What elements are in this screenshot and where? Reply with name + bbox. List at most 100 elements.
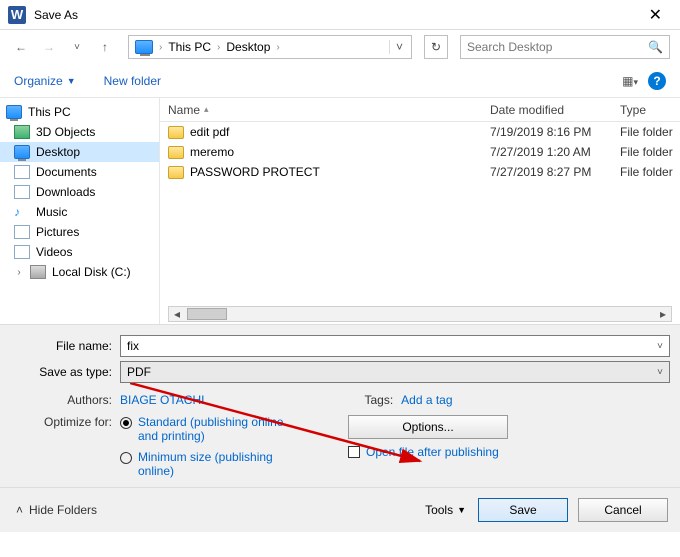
tree-item-localdisk[interactable]: › Local Disk (C:) — [0, 262, 159, 282]
search-icon: 🔍 — [648, 40, 663, 54]
hide-folders-toggle[interactable]: ˄ Hide Folders — [16, 503, 97, 517]
column-date[interactable]: Date modified — [490, 103, 620, 117]
breadcrumb[interactable]: › This PC › Desktop › ˅ — [128, 35, 412, 59]
search-input[interactable]: Search Desktop 🔍 — [460, 35, 670, 59]
optimize-standard-radio[interactable]: Standard (publishing online and printing… — [120, 415, 288, 444]
pictures-icon — [14, 225, 30, 239]
tree-item-downloads[interactable]: Downloads — [0, 182, 159, 202]
checkbox-icon — [348, 446, 360, 458]
refresh-icon[interactable]: ↻ — [424, 35, 448, 59]
tree-item-desktop[interactable]: Desktop — [0, 142, 159, 162]
authors-label: Authors: — [10, 393, 112, 407]
folder-icon — [168, 146, 184, 159]
options-button-label: Options... — [402, 420, 453, 434]
column-type[interactable]: Type — [620, 103, 680, 117]
videos-icon — [14, 245, 30, 259]
file-type: File folder — [620, 165, 680, 179]
save-button[interactable]: Save — [478, 498, 568, 522]
savetype-dropdown[interactable]: PDF ˅ — [120, 361, 670, 383]
tree-item-label: Pictures — [36, 225, 79, 239]
nav-recent-icon[interactable]: ˅ — [66, 36, 88, 58]
tree-root-label: This PC — [28, 105, 71, 119]
save-button-label: Save — [509, 503, 536, 517]
tree-root[interactable]: This PC — [0, 102, 159, 122]
list-item[interactable]: PASSWORD PROTECT 7/27/2019 8:27 PM File … — [160, 162, 680, 182]
tree-item-documents[interactable]: Documents — [0, 162, 159, 182]
radio-icon — [120, 417, 132, 429]
documents-icon — [14, 165, 30, 179]
organize-label: Organize — [14, 74, 63, 88]
breadcrumb-dropdown-icon[interactable]: ˅ — [389, 40, 405, 54]
tree-item-videos[interactable]: Videos — [0, 242, 159, 262]
window-title: Save As — [34, 8, 78, 22]
help-icon[interactable]: ? — [648, 72, 666, 90]
downloads-icon — [14, 185, 30, 199]
scroll-thumb[interactable] — [187, 308, 227, 320]
optimize-minimum-radio[interactable]: Minimum size (publishing online) — [120, 450, 288, 479]
tools-menu[interactable]: Tools ▼ — [425, 503, 466, 517]
folder-icon — [168, 126, 184, 139]
organize-menu[interactable]: Organize ▼ — [14, 74, 76, 88]
chevron-down-icon: ▼ — [457, 505, 466, 515]
file-name: edit pdf — [190, 125, 229, 139]
tree-item-label: Local Disk (C:) — [52, 265, 131, 279]
tree-item-pictures[interactable]: Pictures — [0, 222, 159, 242]
tree-item-3dobjects[interactable]: 3D Objects — [0, 122, 159, 142]
nav-up-icon[interactable]: ↑ — [94, 36, 116, 58]
savetype-value: PDF — [127, 365, 651, 379]
savetype-label: Save as type: — [10, 365, 120, 379]
file-type: File folder — [620, 125, 680, 139]
tree-item-music[interactable]: ♪ Music — [0, 202, 159, 222]
chevron-right-icon: › — [217, 42, 220, 53]
authors-value[interactable]: BIAGE OTACHI — [120, 393, 204, 407]
scroll-right-icon[interactable]: ▸ — [655, 307, 671, 321]
cancel-button[interactable]: Cancel — [578, 498, 668, 522]
nav-back-icon[interactable]: ← — [10, 36, 32, 58]
options-button[interactable]: Options... — [348, 415, 508, 439]
breadcrumb-root[interactable]: This PC — [168, 40, 211, 54]
music-icon: ♪ — [14, 205, 30, 219]
list-item[interactable]: edit pdf 7/19/2019 8:16 PM File folder — [160, 122, 680, 142]
disk-icon — [30, 265, 46, 279]
tree-item-label: Videos — [36, 245, 72, 259]
chevron-right-icon[interactable]: › — [14, 267, 24, 278]
tree-item-label: Music — [36, 205, 67, 219]
open-after-checkbox[interactable]: Open file after publishing — [348, 445, 508, 459]
thispc-icon — [6, 105, 22, 119]
app-word-icon: W — [8, 6, 26, 24]
new-folder-button[interactable]: New folder — [104, 74, 161, 88]
breadcrumb-folder[interactable]: Desktop — [226, 40, 270, 54]
chevron-right-icon: › — [159, 42, 162, 53]
chevron-down-icon[interactable]: ˅ — [651, 367, 663, 378]
file-type: File folder — [620, 145, 680, 159]
chevron-up-icon: ˄ — [16, 503, 23, 517]
desktop-icon — [14, 145, 30, 159]
filename-input[interactable]: fix ˅ — [120, 335, 670, 357]
cancel-button-label: Cancel — [604, 503, 641, 517]
column-name-label: Name — [168, 103, 200, 117]
tree-item-label: 3D Objects — [36, 125, 95, 139]
search-placeholder: Search Desktop — [467, 40, 552, 54]
view-mode-icon[interactable]: ▦▾ — [622, 74, 638, 88]
tree-item-label: Documents — [36, 165, 97, 179]
scroll-left-icon[interactable]: ◂ — [169, 307, 185, 321]
file-date: 7/27/2019 1:20 AM — [490, 145, 620, 159]
optimize-label: Optimize for: — [10, 415, 120, 479]
file-name: meremo — [190, 145, 234, 159]
thispc-icon — [135, 40, 153, 54]
tree-item-label: Downloads — [36, 185, 95, 199]
chevron-down-icon: ▼ — [67, 76, 76, 86]
optimize-minimum-label: Minimum size (publishing online) — [138, 450, 288, 479]
sort-asc-icon: ▴ — [204, 104, 209, 115]
column-name[interactable]: Name ▴ — [168, 103, 490, 117]
optimize-standard-label: Standard (publishing online and printing… — [138, 415, 288, 444]
horizontal-scrollbar[interactable]: ◂ ▸ — [168, 306, 672, 322]
filename-label: File name: — [10, 339, 120, 353]
chevron-down-icon[interactable]: ˅ — [651, 341, 663, 352]
tags-label: Tags: — [364, 393, 393, 407]
close-icon[interactable]: ✕ — [639, 1, 672, 29]
file-name: PASSWORD PROTECT — [190, 165, 320, 179]
tags-value[interactable]: Add a tag — [401, 393, 452, 407]
filename-value: fix — [127, 339, 651, 353]
list-item[interactable]: meremo 7/27/2019 1:20 AM File folder — [160, 142, 680, 162]
